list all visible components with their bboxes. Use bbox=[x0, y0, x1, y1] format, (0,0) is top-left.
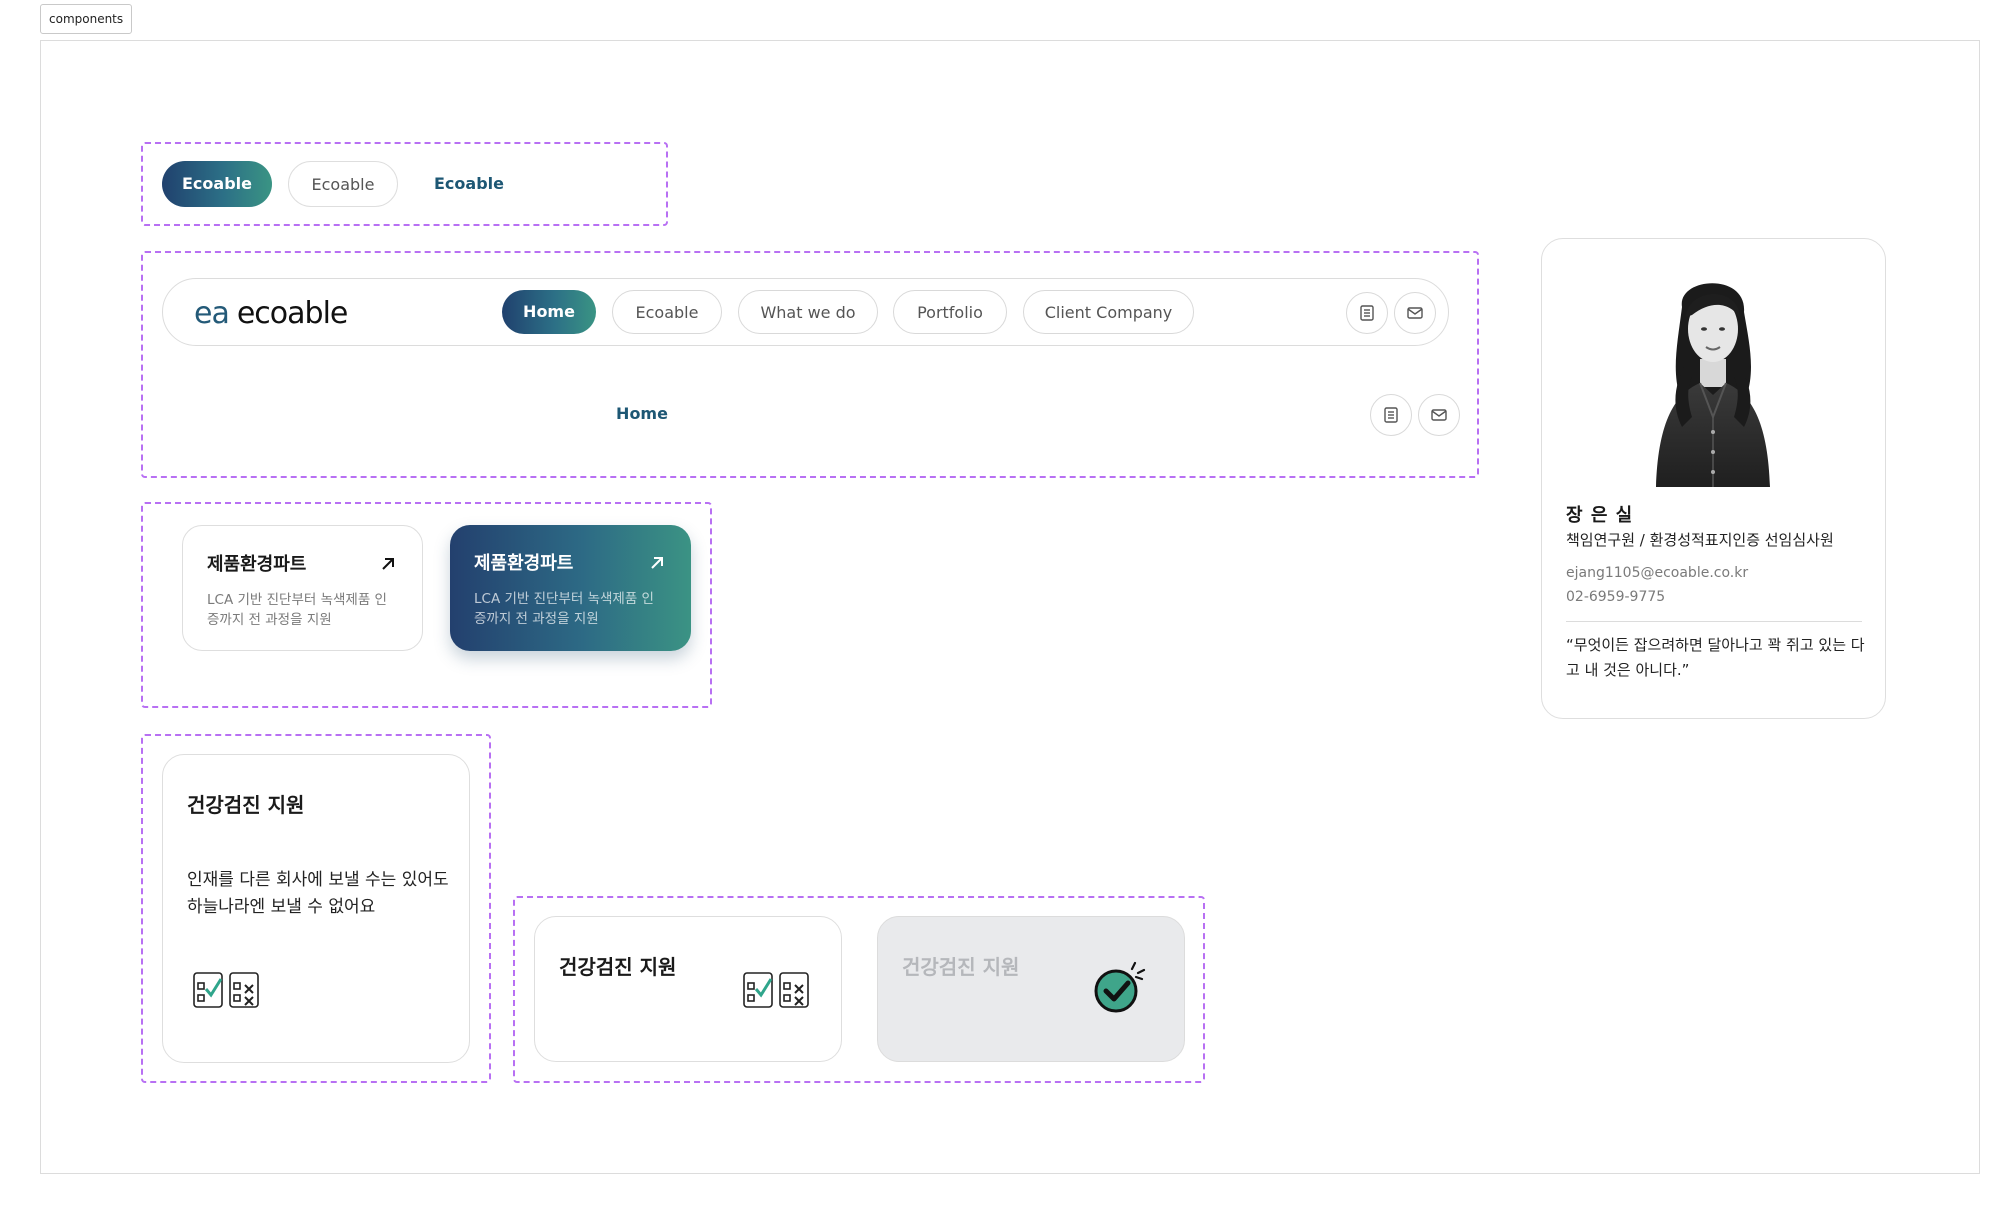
profile-role: 책임연구원 / 환경성적표지인증 선임심사원 bbox=[1566, 531, 1834, 549]
dos-donts-icon bbox=[743, 972, 809, 1008]
logo[interactable]: ea ecoable bbox=[194, 296, 349, 332]
mail-icon bbox=[1407, 307, 1423, 319]
nav-item-client-company[interactable]: Client Company bbox=[1023, 290, 1194, 334]
outline-button[interactable]: Ecoable bbox=[288, 161, 398, 207]
nav-item-portfolio[interactable]: Portfolio bbox=[893, 290, 1007, 334]
service-card-title: 제품환경파트 bbox=[474, 553, 574, 574]
mail-icon bbox=[1431, 409, 1447, 421]
service-card-desc: LCA 기반 진단부터 녹색제품 인증까지 전 과정을 지원 bbox=[207, 592, 387, 628]
benefit-card-title: 건강검진 지원 bbox=[902, 955, 1020, 979]
logo-mark: ea bbox=[194, 296, 230, 331]
nav-item-ecoable[interactable]: Ecoable bbox=[612, 290, 722, 334]
check-circle-icon bbox=[1094, 961, 1146, 1013]
nav-item-what-we-do[interactable]: What we do bbox=[738, 290, 878, 334]
mobile-document-button[interactable] bbox=[1370, 394, 1412, 436]
service-card-title: 제품환경파트 bbox=[207, 554, 307, 575]
frame-label: components bbox=[40, 4, 133, 34]
profile-card: 장 은 실 책임연구원 / 환경성적표지인증 선임심사원 ejang1105@e… bbox=[1541, 238, 1886, 719]
document-icon bbox=[1384, 407, 1398, 423]
profile-name: 장 은 실 bbox=[1566, 505, 1634, 526]
benefit-card-large[interactable]: 건강검진 지원 인재를 다른 회사에 보낼 수는 있어도 하늘나라엔 보낼 수 … bbox=[162, 754, 470, 1063]
profile-photo bbox=[1656, 283, 1770, 487]
arrow-up-right-icon bbox=[382, 558, 394, 570]
mail-button[interactable] bbox=[1394, 292, 1436, 334]
document-button[interactable] bbox=[1346, 292, 1388, 334]
benefit-card-small-default[interactable]: 건강검진 지원 bbox=[534, 916, 842, 1062]
arrow-up-right-icon bbox=[651, 557, 663, 569]
nav-item-home[interactable]: Home bbox=[502, 290, 596, 334]
mobile-nav-home[interactable]: Home bbox=[600, 404, 684, 423]
logo-wordmark: ecoable bbox=[236, 296, 349, 331]
text-button[interactable]: Ecoable bbox=[414, 161, 524, 207]
profile-email: ejang1105@ecoable.co.kr bbox=[1566, 565, 1749, 581]
mobile-mail-button[interactable] bbox=[1418, 394, 1460, 436]
benefit-card-title: 건강검진 지원 bbox=[559, 955, 677, 979]
document-icon bbox=[1360, 305, 1374, 321]
profile-quote: “무엇이든 잡으려하면 달아나고 꽉 쥐고 있는 다고 내 것은 아니다.” bbox=[1566, 636, 1865, 679]
benefit-card-title: 건강검진 지원 bbox=[187, 793, 305, 817]
primary-button[interactable]: Ecoable bbox=[162, 161, 272, 207]
service-card-default[interactable]: 제품환경파트 LCA 기반 진단부터 녹색제품 인증까지 전 과정을 지원 bbox=[182, 525, 423, 651]
service-card-active[interactable]: 제품환경파트 LCA 기반 진단부터 녹색제품 인증까지 전 과정을 지원 bbox=[450, 525, 691, 651]
benefit-card-desc: 인재를 다른 회사에 보낼 수는 있어도 하늘나라엔 보낼 수 없어요 bbox=[187, 870, 449, 917]
dos-donts-icon bbox=[193, 972, 259, 1008]
service-card-desc: LCA 기반 진단부터 녹색제품 인증까지 전 과정을 지원 bbox=[474, 591, 654, 627]
profile-phone: 02-6959-9775 bbox=[1566, 589, 1666, 605]
benefit-card-small-disabled: 건강검진 지원 bbox=[877, 916, 1185, 1062]
profile-divider bbox=[1566, 621, 1862, 622]
